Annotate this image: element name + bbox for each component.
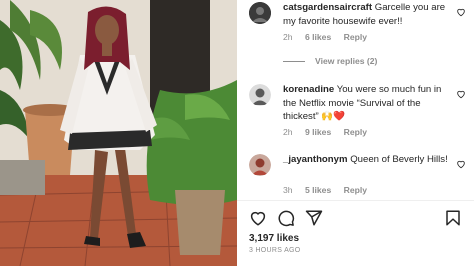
reply-button[interactable]: Reply: [344, 127, 367, 137]
post-action-bar: 3,197 likes 3 HOURS AGO: [237, 200, 474, 266]
comment-like-heart-icon[interactable]: [456, 159, 466, 169]
user-avatar-grey-icon[interactable]: [249, 84, 271, 106]
comment-meta: 2h 6 likes Reply: [283, 32, 377, 42]
comment-text: catsgardensaircraft Garcelle you are my …: [283, 1, 453, 28]
comment-username[interactable]: catsgardensaircraft: [283, 2, 372, 13]
comment-time: 3h: [283, 185, 293, 195]
bookmark-icon[interactable]: [444, 209, 462, 227]
comment-like-heart-icon[interactable]: [456, 89, 466, 99]
post-photo[interactable]: [0, 0, 237, 266]
post-image: [0, 0, 237, 266]
comment-time: 2h: [283, 127, 293, 137]
comment-time: 2h: [283, 32, 293, 42]
comment-icon[interactable]: [277, 209, 295, 227]
comment-likes[interactable]: 6 likes: [305, 32, 331, 42]
view-replies-button[interactable]: View replies (2): [283, 56, 377, 66]
comment-username[interactable]: _jayanthonym: [283, 154, 348, 165]
post-likes-count[interactable]: 3,197 likes: [249, 233, 299, 244]
view-replies-divider: [283, 60, 305, 62]
comment-likes[interactable]: 5 likes: [305, 185, 331, 195]
comment-likes[interactable]: 9 likes: [305, 127, 331, 137]
comment-text: korenadine You were so much fun in the N…: [283, 83, 453, 124]
comment-meta: 3h 5 likes Reply: [283, 185, 377, 195]
user-avatar-dark-icon[interactable]: [249, 2, 271, 24]
comment-text: _jayanthonym Queen of Beverly Hills!: [283, 153, 453, 167]
user-avatar-red-icon[interactable]: [249, 154, 271, 176]
share-icon[interactable]: [305, 209, 323, 227]
comment-like-heart-icon[interactable]: [456, 7, 466, 17]
reply-button[interactable]: Reply: [344, 185, 367, 195]
comment-username[interactable]: korenadine: [283, 84, 334, 95]
comment-meta: 2h 9 likes Reply: [283, 127, 377, 137]
reply-button[interactable]: Reply: [344, 32, 367, 42]
view-replies-label: View replies (2): [315, 56, 378, 66]
comments-list[interactable]: catsgardensaircraft Garcelle you are my …: [237, 0, 474, 200]
heart-icon[interactable]: [249, 209, 267, 227]
comment-body: Queen of Beverly Hills!: [350, 154, 448, 165]
post-timestamp: 3 HOURS AGO: [249, 247, 301, 254]
